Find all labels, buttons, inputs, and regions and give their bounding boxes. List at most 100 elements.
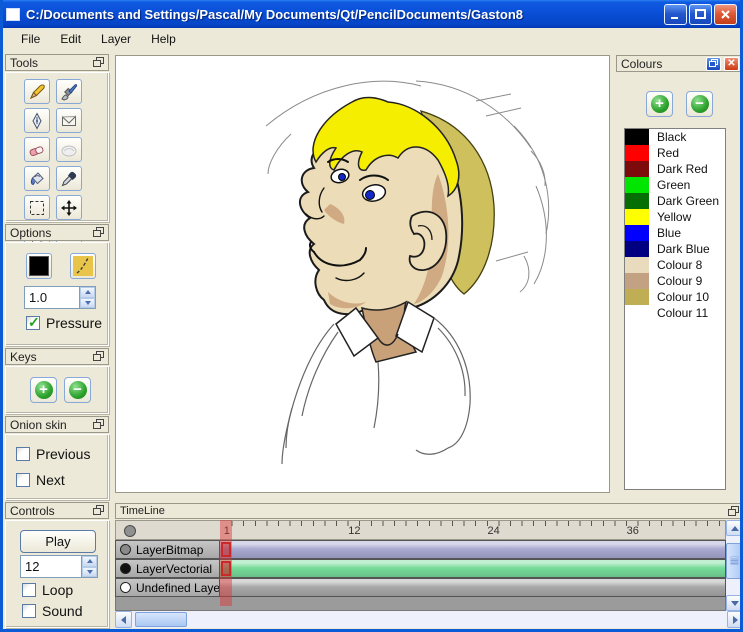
layer-visibility-icon[interactable] <box>120 582 131 593</box>
move-tool-button[interactable] <box>56 195 82 220</box>
sound-checkbox[interactable]: Sound <box>22 603 82 619</box>
pressure-checkbox[interactable]: Pressure <box>26 315 102 331</box>
loop-checkbox-box[interactable] <box>22 583 36 597</box>
colour-item[interactable]: Blue <box>625 225 725 241</box>
add-key-button[interactable]: + <box>30 377 57 403</box>
colours-panel-header[interactable]: Colours ✕ <box>616 55 743 72</box>
size-spinner[interactable]: 1.0 <box>24 286 96 309</box>
next-checkbox[interactable]: Next <box>16 472 65 488</box>
stroke-preview-button[interactable] <box>70 253 96 279</box>
menu-edit[interactable]: Edit <box>50 29 91 49</box>
remove-colour-button[interactable]: − <box>686 91 713 117</box>
close-panel-icon[interactable]: ✕ <box>724 57 739 71</box>
layer-label[interactable]: Undefined Layer <box>115 578 220 597</box>
layer-track[interactable] <box>220 578 726 597</box>
layer-label[interactable]: LayerVectorial <box>115 559 220 578</box>
previous-checkbox-box[interactable] <box>16 447 30 461</box>
layer-visibility-icon[interactable] <box>120 563 131 574</box>
menu-file[interactable]: File <box>11 29 50 49</box>
colour-item[interactable]: Colour 8 <box>625 257 725 273</box>
polyline-tool-button[interactable] <box>56 108 82 133</box>
float-panel-icon[interactable] <box>93 351 104 362</box>
timeline-hscroll-track[interactable] <box>115 611 743 628</box>
ruler-dot-icon <box>124 525 136 537</box>
colour-item[interactable]: Yellow <box>625 209 725 225</box>
spin-up-icon[interactable] <box>80 287 95 298</box>
titlebar[interactable]: C:/Documents and Settings/Pascal/My Docu… <box>0 0 743 28</box>
bucket-tool-button[interactable] <box>24 166 50 191</box>
controls-panel-header[interactable]: Controls <box>5 502 109 519</box>
scroll-left-icon[interactable] <box>115 611 132 628</box>
scroll-right-icon[interactable] <box>727 611 743 628</box>
add-key-icon: + <box>35 381 53 399</box>
drawing-canvas[interactable] <box>115 55 610 493</box>
spin-down-icon[interactable] <box>82 567 97 578</box>
float-panel-icon[interactable] <box>93 505 104 516</box>
eyedropper-tool-button[interactable] <box>56 166 82 191</box>
play-button[interactable]: Play <box>20 530 96 553</box>
loop-checkbox[interactable]: Loop <box>22 582 73 598</box>
colour-item[interactable]: Colour 11 <box>625 305 725 321</box>
brush-tool-button[interactable] <box>56 79 82 104</box>
playhead-marker[interactable] <box>220 520 232 606</box>
float-panel-icon[interactable] <box>706 57 721 71</box>
keys-panel-header[interactable]: Keys <box>5 348 109 365</box>
minimize-button[interactable] <box>664 4 687 25</box>
colour-label: Colour 11 <box>649 306 708 320</box>
colour-item[interactable]: Dark Green <box>625 193 725 209</box>
pen-tool-button[interactable] <box>24 108 50 133</box>
add-colour-button[interactable]: + <box>646 91 673 117</box>
next-checkbox-box[interactable] <box>16 473 30 487</box>
float-panel-icon[interactable] <box>728 506 739 517</box>
colour-item[interactable]: Colour 9 <box>625 273 725 289</box>
colour-swatch <box>625 209 649 225</box>
colour-item[interactable]: Dark Blue <box>625 241 725 257</box>
pencil-tool-button[interactable] <box>24 79 50 104</box>
colour-item[interactable]: Red <box>625 145 725 161</box>
float-panel-icon[interactable] <box>93 419 104 430</box>
layer-label[interactable]: LayerBitmap <box>115 540 220 559</box>
timeline-layer-row[interactable]: LayerVectorial <box>115 559 726 578</box>
float-panel-icon[interactable] <box>93 57 104 68</box>
colour-swatch-button[interactable] <box>26 253 52 279</box>
colour-label: Black <box>649 130 686 144</box>
tools-panel-header[interactable]: Tools <box>5 54 109 71</box>
previous-checkbox[interactable]: Previous <box>16 446 90 462</box>
fps-spinner[interactable]: 12 <box>20 555 98 578</box>
layer-track[interactable] <box>220 559 726 578</box>
layer-visibility-icon[interactable] <box>120 544 131 555</box>
colour-item[interactable]: Green <box>625 177 725 193</box>
spin-up-icon[interactable] <box>82 556 97 567</box>
timeline-hscroll-thumb[interactable] <box>135 612 187 627</box>
menu-help[interactable]: Help <box>141 29 186 49</box>
options-panel-header[interactable]: Options <box>5 224 109 241</box>
colour-item[interactable]: Black <box>625 129 725 145</box>
colour-item[interactable]: Dark Red <box>625 161 725 177</box>
scroll-up-icon[interactable] <box>726 520 743 536</box>
timeline-panel: TimeLine 1122436 LayerBitmapLayerVectori… <box>115 503 743 628</box>
remove-colour-icon: − <box>691 95 709 113</box>
maximize-button[interactable] <box>689 4 712 25</box>
spin-down-icon[interactable] <box>80 298 95 309</box>
scroll-down-icon[interactable] <box>726 595 743 611</box>
colour-item[interactable]: Colour 10 <box>625 289 725 305</box>
smudge-icon <box>60 141 78 159</box>
select-tool-button[interactable] <box>24 195 50 220</box>
timeline-panel-header[interactable]: TimeLine <box>115 503 743 519</box>
layer-track[interactable] <box>220 540 726 559</box>
sound-checkbox-box[interactable] <box>22 604 36 618</box>
smudge-tool-button[interactable] <box>56 137 82 162</box>
onion-skin-panel-header[interactable]: Onion skin <box>5 416 109 433</box>
colour-swatch <box>625 273 649 289</box>
colours-panel: Colours ✕ + − BlackRedDark RedGreenDark … <box>616 55 743 500</box>
float-panel-icon[interactable] <box>93 227 104 238</box>
timeline-layer-row[interactable]: LayerBitmap <box>115 540 726 559</box>
close-button[interactable] <box>714 4 737 25</box>
timeline-ruler[interactable]: 1122436 <box>115 520 726 540</box>
pressure-checkbox-box[interactable] <box>26 316 40 330</box>
eraser-tool-button[interactable] <box>24 137 50 162</box>
menu-layer[interactable]: Layer <box>91 29 141 49</box>
timeline-vscroll-thumb[interactable] <box>726 543 743 579</box>
remove-key-button[interactable]: − <box>64 377 91 403</box>
timeline-layer-row[interactable]: Undefined Layer <box>115 578 726 597</box>
